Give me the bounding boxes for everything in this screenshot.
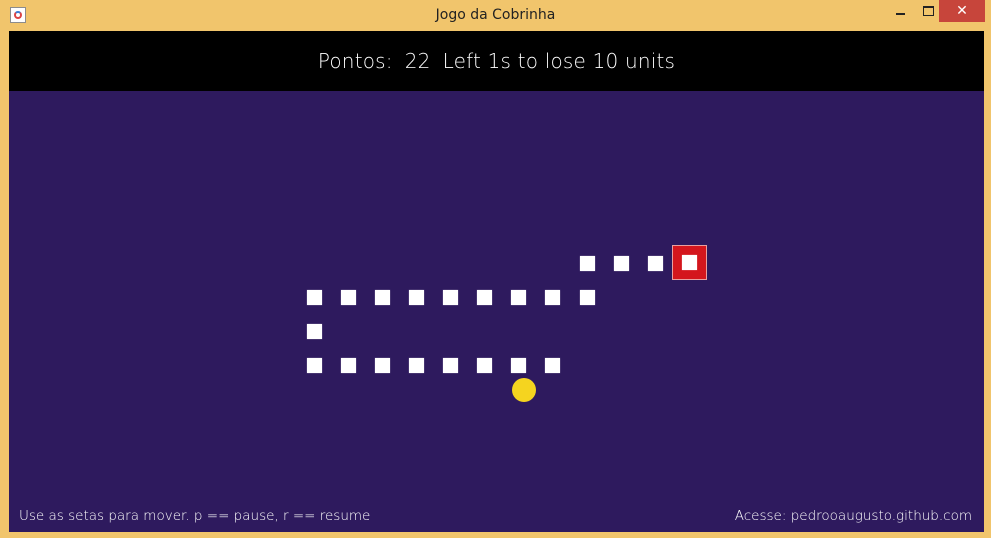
snake-segment — [409, 290, 424, 305]
window-title: Jogo da Cobrinha — [435, 7, 556, 23]
snake-segment — [580, 290, 595, 305]
timer-text: Left 1s to lose 10 units — [442, 49, 676, 73]
controls-hint: Use as setas para mover. p == pause, r =… — [19, 508, 371, 524]
snake-segment — [409, 358, 424, 373]
close-button[interactable]: ✕ — [939, 0, 985, 22]
title-bar[interactable]: Jogo da Cobrinha ✕ — [0, 0, 991, 31]
food-pellet — [512, 378, 536, 402]
snake-segment — [443, 290, 458, 305]
snake-segment — [545, 358, 560, 373]
snake-segment — [614, 256, 629, 271]
website-link: Acesse: pedrooaugusto.github.com — [734, 508, 972, 524]
snake-segment — [580, 256, 595, 271]
game-window: Jogo da Cobrinha ✕ Pontos: 22 Left 1s to l… — [0, 0, 991, 538]
snake-segment — [375, 290, 390, 305]
minimize-button[interactable] — [886, 0, 915, 22]
snake-segment — [511, 290, 526, 305]
points-value: 22 — [404, 49, 431, 73]
score-bar: Pontos: 22 Left 1s to lose 10 units — [9, 31, 984, 91]
snake-segment — [341, 358, 356, 373]
snake-head-segment — [682, 255, 697, 270]
snake-segment — [477, 290, 492, 305]
snake-head — [672, 245, 707, 280]
points-label: Pontos: — [317, 49, 393, 73]
snake-segment — [511, 358, 526, 373]
snake-segment — [648, 256, 663, 271]
maximize-icon — [923, 6, 934, 16]
snake-segment — [545, 290, 560, 305]
snake-segment — [375, 358, 390, 373]
snake-segment — [443, 358, 458, 373]
snake-segment — [307, 324, 322, 339]
snake-segment — [477, 358, 492, 373]
snake-segment — [307, 290, 322, 305]
game-board[interactable]: Pontos: 22 Left 1s to lose 10 units Use … — [9, 31, 984, 532]
snake-segment — [341, 290, 356, 305]
snake-segment — [307, 358, 322, 373]
close-icon: ✕ — [956, 3, 968, 19]
minimize-icon — [896, 13, 905, 15]
